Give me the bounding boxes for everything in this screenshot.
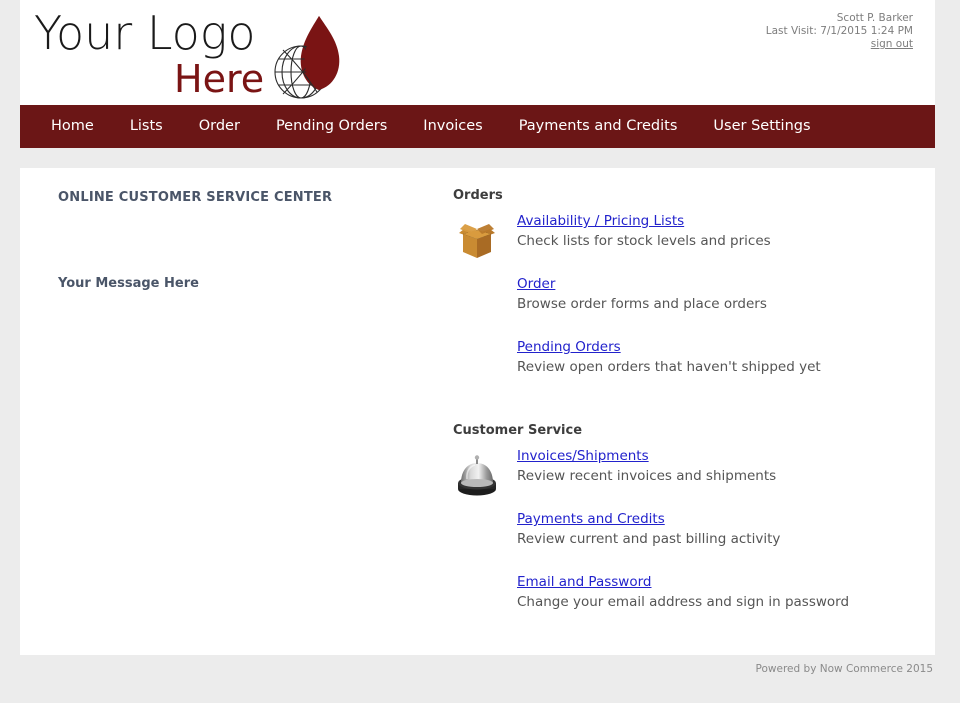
site-header: Your Logo Here Scott P. Barker Last Visi… [20, 0, 935, 105]
user-info-box: Scott P. Barker Last Visit: 7/1/2015 1:2… [766, 12, 913, 51]
last-visit-text: Last Visit: 7/1/2015 1:24 PM [765, 25, 913, 37]
section-customer-service-title: Customer Service [453, 423, 583, 438]
main-navigation-bar: Home Lists Order Pending Orders Invoices… [20, 105, 935, 148]
nav-item-home[interactable]: Home [33, 105, 112, 148]
nav-item-user-settings[interactable]: User Settings [695, 105, 828, 148]
list-item: Order Browse order forms and place order… [517, 276, 913, 314]
right-column: Orders Availability / Pricing Lists Chec… [453, 188, 913, 612]
link-email-and-password[interactable]: Email and Password [517, 574, 652, 590]
item-description: Browse order forms and place orders [517, 296, 767, 312]
nav-item-list: Home Lists Order Pending Orders Invoices… [20, 105, 829, 148]
site-logo[interactable]: Your Logo Here [26, 2, 346, 104]
item-description: Check lists for stock levels and prices [517, 233, 771, 249]
nav-item-invoices[interactable]: Invoices [405, 105, 500, 148]
link-invoices-shipments[interactable]: Invoices/Shipments [517, 448, 649, 464]
sign-out-link[interactable]: sign out [871, 38, 913, 50]
page-root: Your Logo Here Scott P. Barker Last Visi… [0, 0, 960, 703]
section-customer-service: Customer Service Invoices/Shipments Revi… [453, 423, 913, 612]
item-description: Review current and past billing activity [517, 531, 781, 547]
item-description: Change your email address and sign in pa… [517, 594, 850, 610]
item-description: Review open orders that haven't shipped … [517, 359, 821, 375]
nav-item-lists[interactable]: Lists [112, 105, 181, 148]
section-orders: Orders Availability / Pricing Lists Chec… [453, 188, 913, 377]
link-payments-and-credits[interactable]: Payments and Credits [517, 511, 665, 527]
section-orders-items: Availability / Pricing Lists Check lists… [517, 213, 913, 377]
footer-credit-text: Powered by Now Commerce 2015 [755, 663, 933, 675]
list-item: Availability / Pricing Lists Check lists… [517, 213, 913, 251]
flame-globe-logo-icon [269, 14, 345, 106]
logo-text-line1: Your Logo [34, 6, 256, 60]
content-card: ONLINE CUSTOMER SERVICE CENTER Your Mess… [20, 168, 935, 655]
user-name: Scott P. Barker [836, 12, 913, 24]
link-pending-orders[interactable]: Pending Orders [517, 339, 621, 355]
section-customer-service-items: Invoices/Shipments Review recent invoice… [517, 448, 913, 612]
open-cardboard-box-icon [455, 220, 499, 262]
link-order[interactable]: Order [517, 276, 555, 292]
site-footer: Powered by Now Commerce 2015 [20, 656, 935, 682]
nav-item-pending-orders[interactable]: Pending Orders [258, 105, 405, 148]
item-description: Review recent invoices and shipments [517, 468, 777, 484]
list-item: Pending Orders Review open orders that h… [517, 339, 913, 377]
list-item: Invoices/Shipments Review recent invoice… [517, 448, 913, 486]
link-availability-pricing-lists[interactable]: Availability / Pricing Lists [517, 213, 684, 229]
nav-item-order[interactable]: Order [181, 105, 258, 148]
service-bell-icon [455, 455, 499, 497]
nav-item-payments-and-credits[interactable]: Payments and Credits [501, 105, 696, 148]
list-item: Email and Password Change your email add… [517, 574, 913, 612]
section-orders-title: Orders [453, 188, 503, 203]
list-item: Payments and Credits Review current and … [517, 511, 913, 549]
logo-text-line2: Here [174, 57, 265, 101]
page-title: ONLINE CUSTOMER SERVICE CENTER [58, 190, 333, 205]
custom-message: Your Message Here [58, 276, 199, 291]
left-column: ONLINE CUSTOMER SERVICE CENTER Your Mess… [58, 190, 448, 291]
